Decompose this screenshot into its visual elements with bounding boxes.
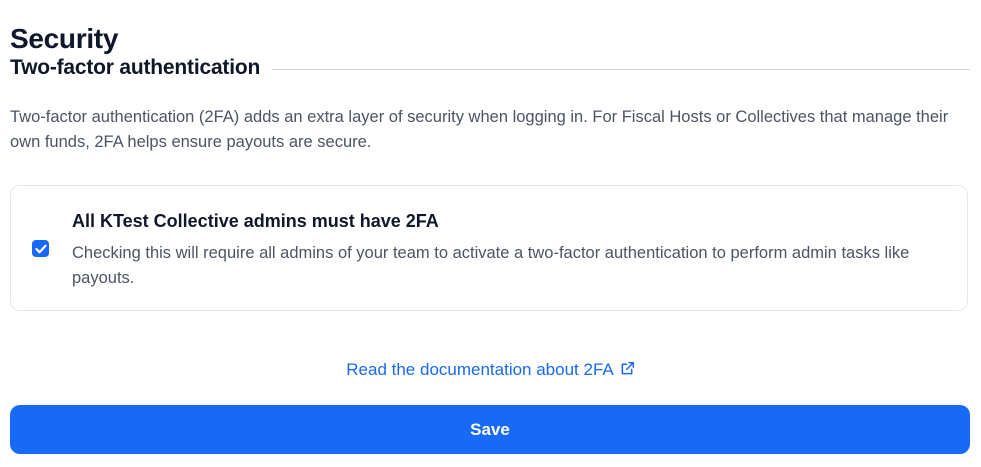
documentation-link[interactable]: Read the documentation about 2FA bbox=[0, 358, 981, 383]
require-2fa-card: All KTest Collective admins must have 2F… bbox=[10, 185, 968, 311]
require-2fa-checkbox[interactable] bbox=[32, 240, 49, 257]
require-2fa-description: Checking this will require all admins of… bbox=[72, 244, 910, 287]
save-button[interactable]: Save bbox=[10, 405, 970, 454]
page-title: Security bbox=[10, 22, 119, 54]
checkmark-icon bbox=[34, 244, 47, 253]
section-description: Two-factor authentication (2FA) adds an … bbox=[10, 108, 949, 151]
section-title: Two-factor authentication bbox=[10, 56, 261, 79]
external-link-icon bbox=[620, 359, 635, 383]
documentation-link-label[interactable]: Read the documentation about 2FA bbox=[346, 360, 613, 379]
require-2fa-label[interactable]: All KTest Collective admins must have 2F… bbox=[72, 209, 439, 233]
section-divider bbox=[272, 68, 970, 70]
section-header: Two-factor authentication bbox=[10, 54, 970, 82]
